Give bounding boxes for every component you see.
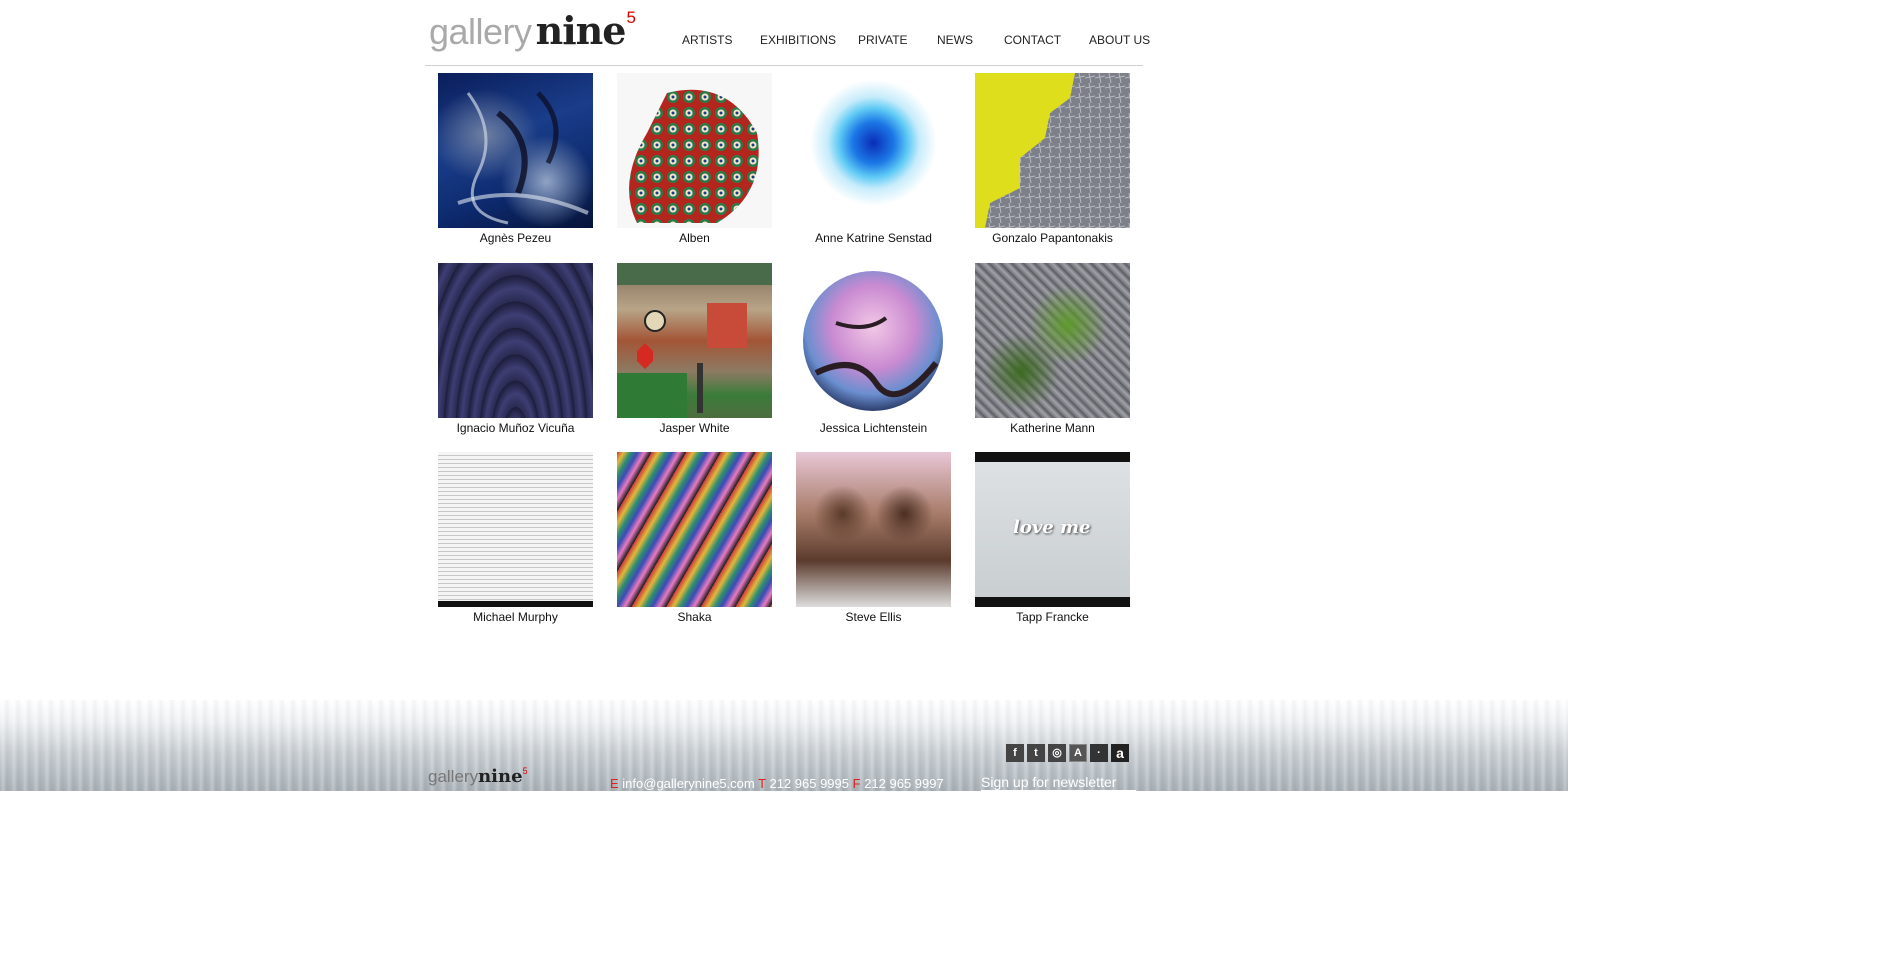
artist-tile[interactable]: love me Tapp Francke	[975, 452, 1131, 624]
fax-key: F	[852, 776, 861, 791]
artist-tile[interactable]: Jessica Lichtenstein	[796, 263, 952, 435]
artist-name[interactable]: Alben	[617, 231, 772, 245]
logo-word-gallery: gallery	[428, 767, 479, 786]
artist-name[interactable]: Jasper White	[617, 421, 772, 435]
artist-tile[interactable]: Anne Katrine Senstad	[796, 73, 952, 245]
artnet-icon[interactable]: ·	[1090, 744, 1108, 762]
artist-tile[interactable]: Michael Murphy	[438, 452, 594, 624]
artwork-thumbnail[interactable]	[617, 263, 772, 418]
instagram-icon[interactable]: ◎	[1048, 744, 1066, 762]
artwork-thumbnail[interactable]	[438, 263, 593, 418]
logo-word-nine: nine	[478, 766, 523, 787]
email-link[interactable]: info@gallerynine5.com	[622, 776, 754, 791]
footer-logo[interactable]: gallerynine5	[428, 766, 528, 787]
artwork-thumbnail[interactable]	[438, 73, 593, 228]
artwork-thumbnail[interactable]	[438, 452, 593, 607]
artist-tile[interactable]: Katherine Mann	[975, 263, 1131, 435]
artist-name[interactable]: Agnès Pezeu	[438, 231, 593, 245]
artist-tile[interactable]: Alben	[617, 73, 773, 245]
nav-exhibitions[interactable]: EXHIBITIONS	[760, 33, 836, 47]
nav-artists[interactable]: ARTISTS	[682, 33, 732, 47]
amazon-icon[interactable]: a	[1111, 744, 1129, 762]
artist-name[interactable]: Anne Katrine Senstad	[796, 231, 951, 245]
love-me-text: love me	[1013, 517, 1091, 538]
logo-superscript: 5	[626, 8, 636, 27]
artist-name[interactable]: Michael Murphy	[438, 610, 593, 624]
site-footer: gallerynine5 E info@gallerynine5.com T 2…	[0, 700, 1568, 791]
artist-name[interactable]: Katherine Mann	[975, 421, 1130, 435]
artist-name[interactable]: Gonzalo Papantonakis	[975, 231, 1130, 245]
artwork-thumbnail[interactable]	[975, 263, 1130, 418]
artist-name[interactable]: Shaka	[617, 610, 772, 624]
artist-tile[interactable]: Shaka	[617, 452, 773, 624]
artist-tile[interactable]: Agnès Pezeu	[438, 73, 594, 245]
nav-news[interactable]: NEWS	[937, 33, 973, 47]
artist-tile[interactable]: Jasper White	[617, 263, 773, 435]
email-key: E	[610, 776, 619, 791]
artwork-thumbnail[interactable]	[796, 73, 951, 228]
artwork-thumbnail[interactable]	[975, 73, 1130, 228]
artist-name[interactable]: Jessica Lichtenstein	[796, 421, 951, 435]
artwork-thumbnail[interactable]	[617, 73, 772, 228]
phone-number: 212 965 9995	[769, 776, 849, 791]
nav-contact[interactable]: CONTACT	[1004, 33, 1061, 47]
nav-about-us[interactable]: ABOUT US	[1089, 33, 1150, 47]
twitter-icon[interactable]: t	[1027, 744, 1045, 762]
artist-name[interactable]: Tapp Francke	[975, 610, 1130, 624]
artist-tile[interactable]: Steve Ellis	[796, 452, 952, 624]
nav-private[interactable]: PRIVATE	[858, 33, 908, 47]
logo-superscript: 5	[522, 766, 528, 776]
contact-info: E info@gallerynine5.com T 212 965 9995 F…	[610, 776, 944, 791]
facebook-icon[interactable]: f	[1006, 744, 1024, 762]
phone-key: T	[758, 776, 766, 791]
artwork-thumbnail[interactable]	[617, 452, 772, 607]
artwork-thumbnail[interactable]: love me	[975, 452, 1130, 607]
artist-tile[interactable]: Gonzalo Papantonakis	[975, 73, 1131, 245]
newsletter-signup-link[interactable]: Sign up for newsletter	[981, 774, 1137, 791]
artwork-thumbnail[interactable]	[796, 263, 951, 418]
main-nav: ARTISTS EXHIBITIONS PRIVATE NEWS CONTACT…	[425, 33, 1150, 49]
artwork-thumbnail[interactable]	[796, 452, 951, 607]
artsy-icon[interactable]: A	[1069, 744, 1087, 762]
fax-number: 212 965 9997	[864, 776, 944, 791]
artist-name[interactable]: Steve Ellis	[796, 610, 951, 624]
artist-name[interactable]: Ignacio Muñoz Vicuña	[438, 421, 593, 435]
artist-tile[interactable]: Ignacio Muñoz Vicuña	[438, 263, 594, 435]
site-header: gallery nine5 ARTISTS EXHIBITIONS PRIVATE…	[425, 0, 1150, 66]
